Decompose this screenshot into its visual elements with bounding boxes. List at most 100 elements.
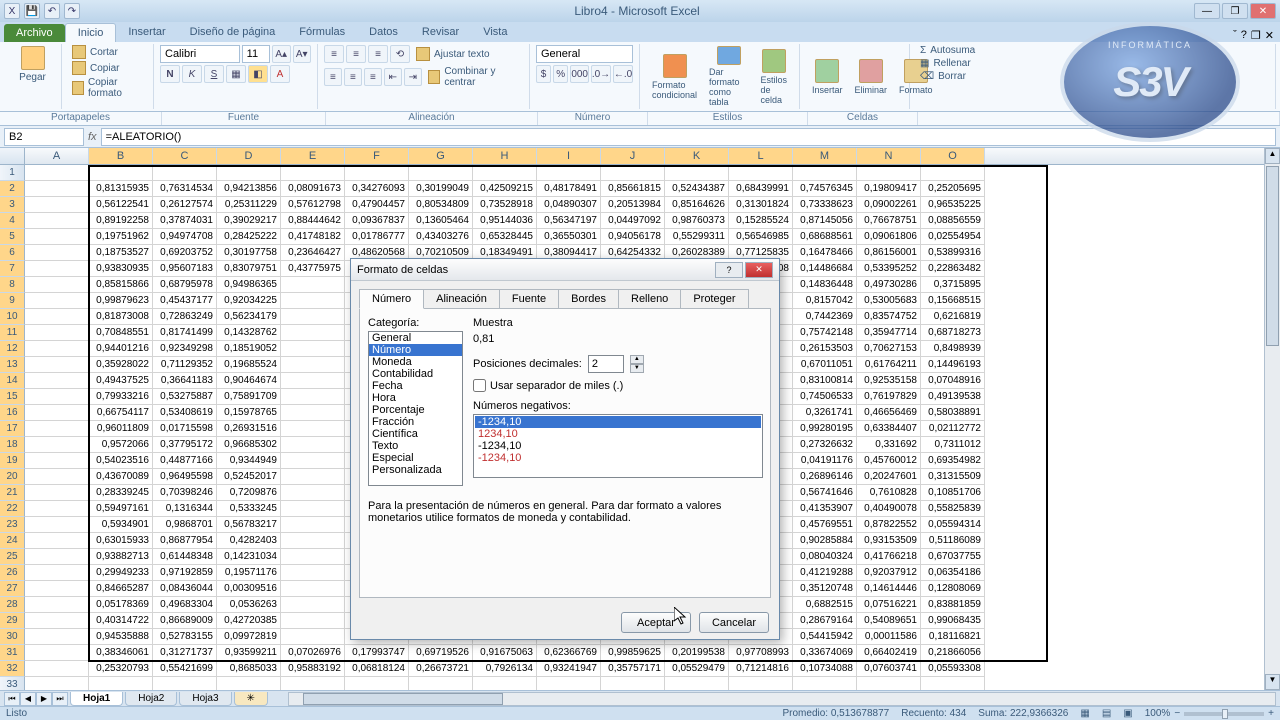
row-header-27[interactable]: 27	[0, 581, 25, 597]
cell[interactable]: 0,05593308	[921, 661, 985, 677]
cell[interactable]: 0,07603741	[857, 661, 921, 677]
cell[interactable]: 0,74506533	[793, 389, 857, 405]
cell[interactable]: 0,68795978	[153, 277, 217, 293]
cell[interactable]: 0,40314722	[89, 613, 153, 629]
cell[interactable]: 0,93241947	[537, 661, 601, 677]
cell[interactable]	[281, 469, 345, 485]
category-list[interactable]: GeneralNúmeroMonedaContabilidadFechaHora…	[368, 331, 463, 486]
spin-up-icon[interactable]: ▲	[630, 355, 644, 364]
category-item[interactable]: Personalizada	[369, 464, 462, 476]
cell[interactable]: 0,04497092	[601, 213, 665, 229]
cell[interactable]: 0,92034225	[217, 293, 281, 309]
cell[interactable]: 0,22863482	[921, 261, 985, 277]
cell[interactable]: 0,53899316	[921, 245, 985, 261]
cell[interactable]	[729, 677, 793, 690]
cell[interactable]	[25, 405, 89, 421]
align-center-icon[interactable]: ≡	[344, 68, 362, 86]
col-header-O[interactable]: O	[921, 148, 985, 164]
cell[interactable]: 0,69203752	[153, 245, 217, 261]
row-header-5[interactable]: 5	[0, 229, 25, 245]
cell[interactable]: 0,93882713	[89, 549, 153, 565]
dlg-tab-relleno[interactable]: Relleno	[618, 289, 681, 309]
cell[interactable]: 0,14836448	[793, 277, 857, 293]
row-header-4[interactable]: 4	[0, 213, 25, 229]
cell[interactable]: 0,81741499	[153, 325, 217, 341]
cell[interactable]: 0,94056178	[601, 229, 665, 245]
cell[interactable]: 0,96535225	[921, 197, 985, 213]
cell[interactable]: 0,56347197	[537, 213, 601, 229]
cell[interactable]	[25, 389, 89, 405]
cell[interactable]: 0,01786777	[345, 229, 409, 245]
cell[interactable]	[25, 197, 89, 213]
category-item[interactable]: General	[369, 332, 462, 344]
cell[interactable]: 0,85815866	[89, 277, 153, 293]
cell[interactable]	[89, 165, 153, 181]
row-header-23[interactable]: 23	[0, 517, 25, 533]
excel-icon[interactable]: X	[4, 3, 20, 19]
cell[interactable]	[217, 165, 281, 181]
cell[interactable]: 0,07516221	[857, 597, 921, 613]
ribbon-tab-vista[interactable]: Vista	[471, 23, 519, 42]
cell[interactable]: 0,00011586	[857, 629, 921, 645]
cell[interactable]: 0,8157042	[793, 293, 857, 309]
vertical-scrollbar[interactable]: ▲ ▼	[1264, 148, 1280, 690]
row-header-20[interactable]: 20	[0, 469, 25, 485]
format-painter-button[interactable]: Copiar formato	[68, 76, 147, 100]
cell[interactable]: 0,16478466	[793, 245, 857, 261]
cell[interactable]: 0,06818124	[345, 661, 409, 677]
cell[interactable]: 0,20247601	[857, 469, 921, 485]
cell[interactable]	[281, 501, 345, 517]
cell[interactable]	[281, 437, 345, 453]
border-button[interactable]: ▦	[226, 65, 246, 83]
cell[interactable]: 0,95144036	[473, 213, 537, 229]
cut-button[interactable]: Cortar	[68, 44, 147, 60]
cell[interactable]	[345, 165, 409, 181]
cell[interactable]: 0,25311229	[217, 197, 281, 213]
cell[interactable]: 0,20199538	[665, 645, 729, 661]
cell[interactable]: 0,41219288	[793, 565, 857, 581]
cell[interactable]: 0,61448348	[153, 549, 217, 565]
cell[interactable]: 0,92535158	[857, 373, 921, 389]
cell[interactable]	[921, 165, 985, 181]
cell[interactable]: 0,46656469	[857, 405, 921, 421]
cell[interactable]: 0,26127574	[153, 197, 217, 213]
cell[interactable]	[281, 533, 345, 549]
cell[interactable]: 0,20513984	[601, 197, 665, 213]
category-item[interactable]: Porcentaje	[369, 404, 462, 416]
category-item[interactable]: Número	[369, 344, 462, 356]
dec-decimal-icon[interactable]: ←.0	[613, 65, 633, 83]
cell[interactable]: 0,91675063	[473, 645, 537, 661]
negative-list[interactable]: -1234,101234,10-1234,10-1234,10	[473, 414, 763, 478]
cell[interactable]: 0,34276093	[345, 181, 409, 197]
col-header-N[interactable]: N	[857, 148, 921, 164]
cancel-button[interactable]: Cancelar	[699, 612, 769, 633]
cell[interactable]: 0,04191176	[793, 453, 857, 469]
merge-button[interactable]: Combinar y centrar	[424, 65, 523, 89]
category-item[interactable]: Fracción	[369, 416, 462, 428]
neg-option[interactable]: 1234,10	[475, 428, 761, 440]
cell[interactable]	[25, 341, 89, 357]
cell[interactable]: 0,13605464	[409, 213, 473, 229]
cell[interactable]: 0,92037912	[857, 565, 921, 581]
redo-icon[interactable]: ↷	[64, 3, 80, 19]
cell[interactable]: 0,66754117	[89, 405, 153, 421]
cell[interactable]: 0,98760373	[665, 213, 729, 229]
cell[interactable]	[409, 165, 473, 181]
cell[interactable]: 0,30199049	[409, 181, 473, 197]
cell[interactable]	[601, 165, 665, 181]
indent-inc-icon[interactable]: ⇥	[404, 68, 422, 86]
cell[interactable]: 0,56783217	[217, 517, 281, 533]
cell[interactable]: 0,88444642	[281, 213, 345, 229]
cell[interactable]: 0,45760012	[857, 453, 921, 469]
ribbon-tab-datos[interactable]: Datos	[357, 23, 410, 42]
cell[interactable]: 0,38346061	[89, 645, 153, 661]
cell[interactable]	[25, 629, 89, 645]
grow-font-icon[interactable]: A▴	[272, 45, 291, 63]
col-header-B[interactable]: B	[89, 148, 153, 164]
cell[interactable]: 0,26896146	[793, 469, 857, 485]
cell[interactable]	[25, 533, 89, 549]
cell[interactable]	[665, 165, 729, 181]
cell[interactable]: 0,09002261	[857, 197, 921, 213]
ribbon-tab-revisar[interactable]: Revisar	[410, 23, 471, 42]
cell[interactable]: 0,26931516	[217, 421, 281, 437]
